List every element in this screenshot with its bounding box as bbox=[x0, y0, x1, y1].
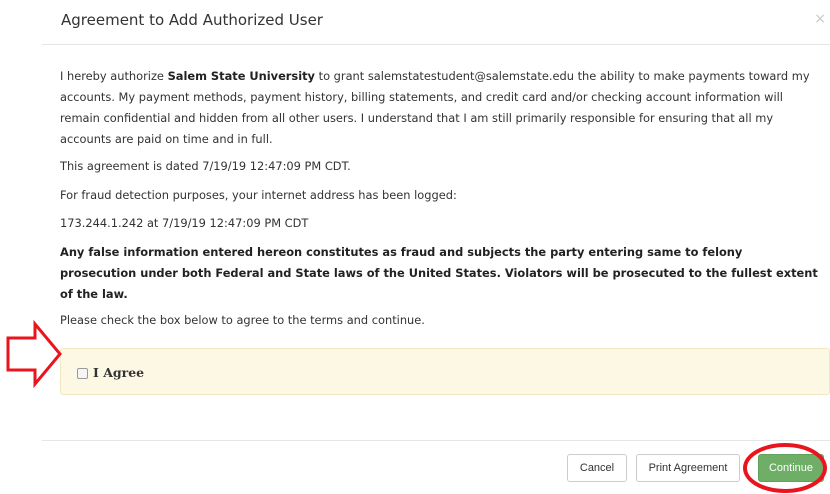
fraud-notice: For fraud detection purposes, your inter… bbox=[60, 188, 457, 202]
agree-panel: I Agree bbox=[60, 348, 830, 395]
red-circle-icon bbox=[743, 443, 827, 493]
institution-name: Salem State University bbox=[167, 69, 315, 83]
close-icon[interactable]: × bbox=[814, 11, 826, 27]
authorization-prefix: I hereby authorize bbox=[60, 69, 168, 83]
fraud-warning: Any false information entered hereon con… bbox=[60, 245, 818, 301]
agree-checkbox[interactable] bbox=[77, 368, 88, 379]
modal-title: Agreement to Add Authorized User bbox=[61, 11, 323, 29]
agree-label[interactable]: I Agree bbox=[93, 365, 144, 380]
agreement-modal: Agreement to Add Authorized User × I her… bbox=[42, 0, 830, 494]
ip-log: 173.244.1.242 at 7/19/19 12:47:09 PM CDT bbox=[60, 216, 309, 230]
modal-header: Agreement to Add Authorized User × bbox=[42, 0, 830, 45]
footer-divider bbox=[42, 440, 830, 441]
authorization-paragraph: I hereby authorize Salem State Universit… bbox=[60, 66, 820, 150]
red-arrow-icon bbox=[6, 320, 62, 388]
print-agreement-button[interactable]: Print Agreement bbox=[636, 454, 740, 482]
agree-instruction: Please check the box below to agree to t… bbox=[60, 313, 425, 327]
agreement-date: This agreement is dated 7/19/19 12:47:09… bbox=[60, 159, 351, 173]
cancel-button[interactable]: Cancel bbox=[567, 454, 627, 482]
